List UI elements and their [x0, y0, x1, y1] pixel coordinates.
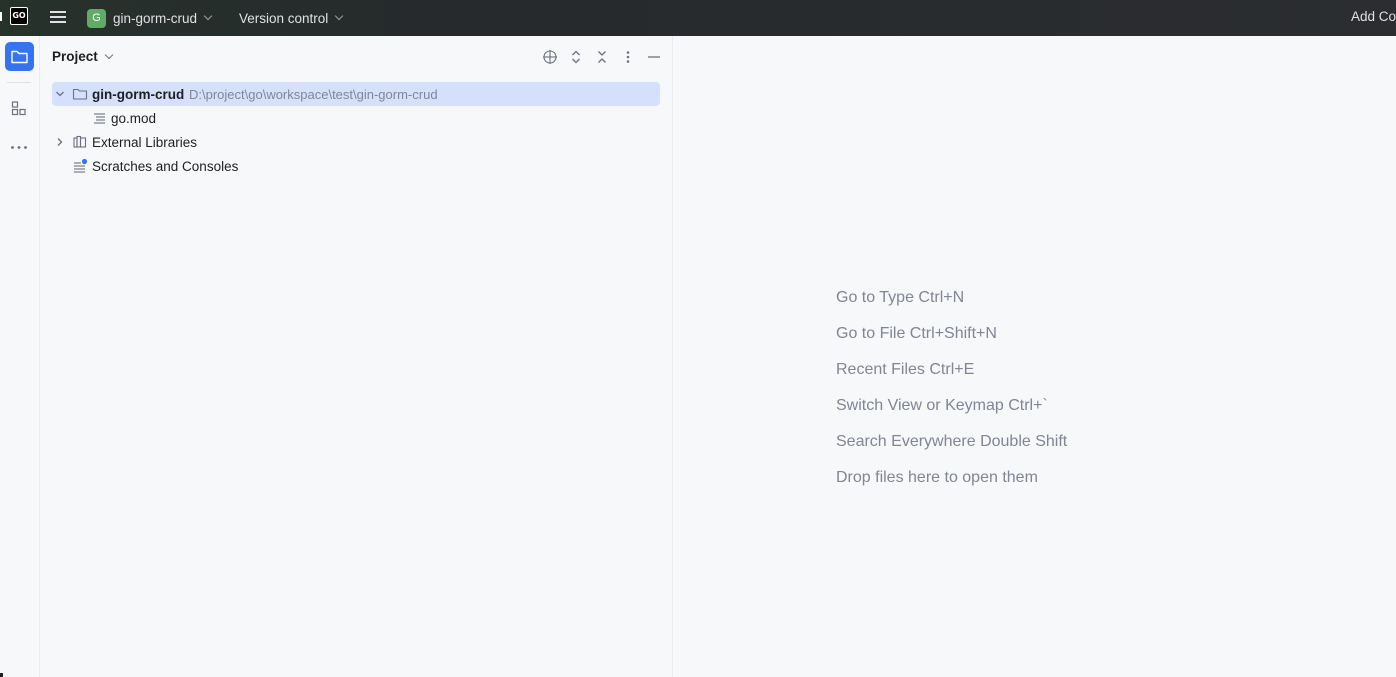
- more-tools-button[interactable]: [5, 133, 34, 162]
- hint-go-to-file: Go to File Ctrl+Shift+N: [836, 325, 997, 342]
- tree-row-libraries[interactable]: External Libraries: [52, 130, 660, 154]
- chevron-down-icon[interactable]: [52, 86, 68, 102]
- options-button[interactable]: [615, 48, 641, 66]
- folder-icon: [11, 50, 28, 64]
- chevron-down-icon: [104, 50, 114, 59]
- hint-switch-view: Switch View or Keymap Ctrl+`: [836, 397, 1048, 414]
- project-view-selector[interactable]: Project: [52, 49, 114, 64]
- tree-row-file[interactable]: go.mod: [52, 106, 660, 130]
- scratches-icon: [72, 158, 88, 174]
- goland-logo-icon[interactable]: GO: [10, 7, 28, 25]
- chevron-right-icon[interactable]: [52, 134, 68, 150]
- hint-search-everywhere: Search Everywhere Double Shift: [836, 433, 1068, 450]
- hint-go-to-type: Go to Type Ctrl+N: [836, 289, 965, 306]
- version-control-menu[interactable]: Version control: [239, 6, 344, 30]
- hint-drop-files: Drop files here to open them: [836, 469, 1038, 486]
- add-configuration-button[interactable]: Add Co: [1351, 9, 1396, 24]
- project-tool-button[interactable]: [5, 42, 34, 71]
- tool-window-strip: [0, 36, 40, 677]
- expand-all-icon: [572, 50, 580, 64]
- chevron-down-icon: [203, 11, 213, 21]
- divider: [7, 82, 31, 83]
- library-icon: [72, 134, 88, 150]
- project-panel: Project gin-gorm-crud D:\project\go\work…: [40, 36, 673, 677]
- empty-editor-hints: Go to Type Ctrl+N Go to File Ctrl+Shift+…: [836, 289, 1067, 505]
- main-menu-button[interactable]: [48, 8, 68, 28]
- text-file-icon: [92, 110, 108, 126]
- title-bar: GO G gin-gorm-crud Version control Add C…: [0, 0, 1396, 36]
- tree-item-label: External Libraries: [92, 134, 198, 150]
- window-edge: [0, 12, 2, 21]
- panel-title: Project: [52, 49, 98, 64]
- editor-area[interactable]: Go to Type Ctrl+N Go to File Ctrl+Shift+…: [674, 36, 1396, 677]
- project-switcher[interactable]: G gin-gorm-crud: [87, 6, 213, 30]
- tree-item-path: D:\project\go\workspace\test\gin-gorm-cr…: [189, 86, 438, 102]
- more-icon: [11, 146, 27, 149]
- tree-row-root[interactable]: gin-gorm-crud D:\project\go\workspace\te…: [52, 82, 660, 106]
- locate-icon: [543, 50, 557, 64]
- collapse-all-icon: [598, 51, 606, 63]
- structure-icon: [11, 101, 26, 116]
- hide-button[interactable]: [641, 48, 667, 66]
- tree-item-label: Scratches and Consoles: [92, 158, 239, 174]
- window-edge: [0, 673, 3, 677]
- chevron-down-icon: [335, 11, 344, 21]
- collapse-all-button[interactable]: [589, 48, 615, 66]
- project-tree: gin-gorm-crud D:\project\go\workspace\te…: [52, 82, 660, 178]
- locate-button[interactable]: [537, 48, 563, 66]
- hint-recent-files: Recent Files Ctrl+E: [836, 361, 975, 378]
- tree-item-label: gin-gorm-crud: [92, 86, 185, 102]
- options-icon: [626, 51, 630, 63]
- project-name: gin-gorm-crud: [113, 10, 198, 26]
- version-control-label: Version control: [239, 10, 329, 26]
- tree-row-scratches[interactable]: Scratches and Consoles: [52, 154, 660, 178]
- project-badge: G: [87, 8, 106, 28]
- tree-item-label: go.mod: [111, 110, 157, 126]
- hide-icon: [648, 56, 660, 58]
- folder-icon: [72, 86, 88, 102]
- expand-all-button[interactable]: [563, 48, 589, 66]
- structure-tool-button[interactable]: [5, 94, 34, 123]
